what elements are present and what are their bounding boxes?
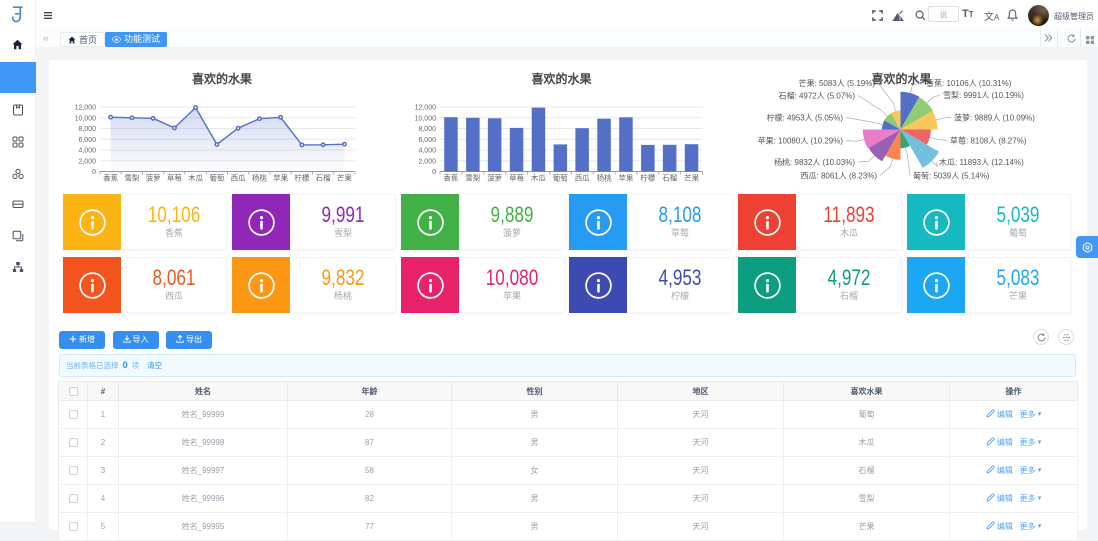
svg-text:2,000: 2,000	[78, 158, 96, 165]
svg-text:木瓜: 11893人 (12.14%): 木瓜: 11893人 (12.14%)	[939, 157, 1024, 167]
svg-text:葡萄: 葡萄	[209, 173, 224, 183]
svg-text:西瓜: 西瓜	[575, 174, 590, 183]
svg-text:木瓜: 木瓜	[188, 173, 203, 183]
svg-text:12,000: 12,000	[415, 105, 437, 112]
svg-text:雪梨: 雪梨	[465, 174, 480, 183]
svg-text:8,000: 8,000	[418, 126, 436, 133]
svg-text:10,000: 10,000	[415, 115, 437, 122]
svg-text:喜欢的水果: 喜欢的水果	[531, 71, 591, 86]
svg-text:喜欢的水果: 喜欢的水果	[871, 71, 931, 86]
svg-text:杨桃: 杨桃	[597, 173, 612, 183]
svg-text:0: 0	[92, 169, 96, 176]
svg-text:8,000: 8,000	[78, 126, 96, 133]
svg-text:6,000: 6,000	[78, 137, 96, 144]
svg-text:葡萄: 葡萄	[553, 173, 568, 183]
svg-text:葡萄: 5039人 (5.14%): 葡萄: 5039人 (5.14%)	[913, 171, 990, 181]
svg-text:香蕉: 10106人 (10.31%): 香蕉: 10106人 (10.31%)	[926, 78, 1012, 88]
svg-text:石榴: 石榴	[662, 173, 677, 183]
svg-text:0: 0	[432, 169, 436, 176]
svg-text:雪梨: 雪梨	[124, 174, 139, 183]
svg-text:西瓜: 8061人 (8.23%): 西瓜: 8061人 (8.23%)	[801, 172, 878, 181]
svg-text:石榴: 4972人 (5.07%): 石榴: 4972人 (5.07%)	[779, 91, 856, 101]
svg-text:香蕉: 香蕉	[443, 173, 458, 183]
svg-text:草莓: 8108人 (8.27%): 草莓: 8108人 (8.27%)	[950, 136, 1027, 146]
svg-text:芒果: 芒果	[337, 173, 352, 183]
svg-text:菠萝: 菠萝	[146, 173, 161, 183]
svg-text:芒果: 芒果	[684, 173, 699, 183]
svg-text:4,000: 4,000	[78, 148, 96, 155]
svg-text:柠檬: 4953人 (5.05%): 柠檬: 4953人 (5.05%)	[767, 113, 844, 123]
svg-text:柠檬: 柠檬	[294, 173, 309, 183]
svg-text:苹果: 苹果	[618, 173, 633, 183]
svg-text:菠萝: 9889人 (10.09%): 菠萝: 9889人 (10.09%)	[954, 113, 1035, 123]
svg-text:柠檬: 柠檬	[640, 173, 655, 183]
svg-text:2,000: 2,000	[418, 158, 436, 165]
svg-text:芒果: 5083人 (5.19%): 芒果: 5083人 (5.19%)	[799, 78, 876, 88]
svg-text:苹果: 10080人 (10.29%): 苹果: 10080人 (10.29%)	[758, 136, 844, 146]
svg-text:杨桃: 杨桃	[252, 173, 267, 183]
svg-text:香蕉: 香蕉	[103, 173, 118, 183]
svg-text:杨桃: 9832人 (10.03%): 杨桃: 9832人 (10.03%)	[774, 157, 855, 167]
svg-text:草莓: 草莓	[509, 173, 524, 183]
svg-text:12,000: 12,000	[75, 105, 97, 112]
svg-text:西瓜: 西瓜	[231, 174, 246, 183]
svg-text:10,000: 10,000	[75, 115, 97, 122]
svg-text:喜欢的水果: 喜欢的水果	[192, 71, 252, 86]
svg-text:草莓: 草莓	[167, 173, 182, 183]
svg-text:4,000: 4,000	[418, 148, 436, 155]
svg-text:雪梨: 9991人 (10.19%): 雪梨: 9991人 (10.19%)	[943, 90, 1024, 100]
svg-text:苹果: 苹果	[273, 173, 288, 183]
svg-text:石榴: 石榴	[316, 173, 331, 183]
svg-text:菠萝: 菠萝	[487, 173, 502, 183]
svg-text:6,000: 6,000	[418, 137, 436, 144]
svg-text:木瓜: 木瓜	[531, 173, 546, 183]
